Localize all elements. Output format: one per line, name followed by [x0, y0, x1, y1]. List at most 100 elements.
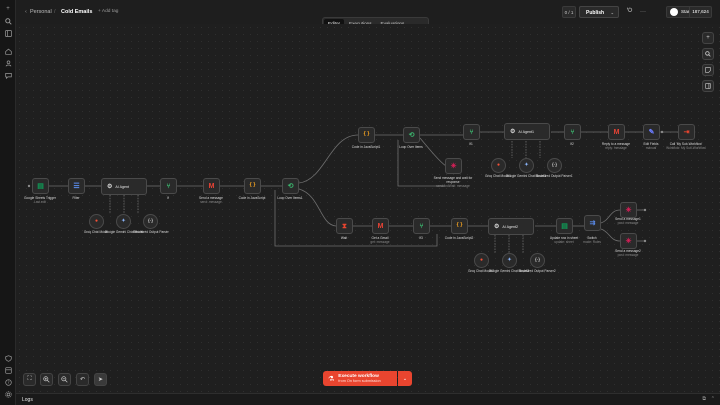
chevron-up-icon[interactable]: ⌃ — [711, 396, 715, 402]
templates-icon[interactable] — [3, 365, 13, 375]
gemini-chat-model-node[interactable]: ✦ — [502, 253, 517, 268]
help-icon[interactable]: ? — [3, 377, 13, 387]
braces-icon: {·} — [534, 257, 540, 263]
gemini-icon: ✦ — [121, 218, 126, 224]
workflow-editor: + ? ‹ Personal / Cold Emails + Add tag 0… — [0, 0, 720, 405]
hourglass-icon: ⧗ — [342, 222, 347, 230]
robot-icon: ⚙ — [107, 183, 113, 190]
slack-send-and-wait-node[interactable]: ✳ — [445, 158, 462, 174]
undo-icon[interactable]: ↶ — [76, 373, 89, 386]
code-node[interactable]: { } — [358, 127, 375, 143]
more-options-icon[interactable]: ··· — [638, 6, 648, 18]
code-node[interactable]: { } — [451, 218, 468, 234]
github-star-button[interactable]: Star 187,624 — [666, 6, 712, 18]
slack-send-node[interactable]: ✳ — [620, 233, 637, 249]
if-node[interactable]: ⑂ — [413, 218, 430, 234]
ai-agent-node[interactable]: ⚙ AI Agent — [101, 178, 147, 195]
gmail-send-node[interactable]: M — [203, 178, 220, 194]
code-icon: { } — [363, 131, 370, 138]
groq-chat-model-node[interactable]: ● — [474, 253, 489, 268]
gemini-icon: ✦ — [507, 257, 512, 263]
node-label: If2 — [570, 142, 574, 146]
execute-options-dropdown[interactable]: ⌄ — [398, 371, 412, 386]
cursor-icon[interactable]: ➤ — [94, 373, 107, 386]
github-star-count: 187,624 — [689, 7, 711, 17]
add-node-button[interactable]: + — [702, 32, 714, 44]
output-parser-node[interactable]: {·} — [143, 214, 158, 229]
node-label: Filter — [72, 196, 80, 200]
top-bar: ‹ Personal / Cold Emails + Add tag 0 / 1… — [16, 0, 720, 30]
filter-node[interactable]: ☰ — [68, 178, 85, 194]
gmail-get-node[interactable]: M — [372, 218, 389, 234]
sheets-update-node[interactable]: ▤ — [556, 218, 573, 234]
switch-node[interactable]: ⇉ — [584, 215, 601, 231]
github-icon — [670, 8, 678, 16]
execute-workflow-button[interactable]: ⚗ Execute workflow from On form submissi… — [323, 371, 397, 386]
left-sidebar: + ? — [0, 0, 16, 405]
project-breadcrumb[interactable]: Personal — [30, 9, 52, 15]
node-label: If — [167, 196, 169, 200]
edit-fields-node[interactable]: ✎ — [643, 124, 660, 140]
if-node[interactable]: ⑂ — [564, 124, 581, 140]
gemini-chat-model-node[interactable]: ✦ — [519, 158, 534, 173]
loop-node[interactable]: ⟲ — [282, 178, 299, 194]
history-icon[interactable] — [625, 6, 635, 18]
ai-agent-node[interactable]: ⚙ AI Agent1 — [504, 123, 550, 140]
workflow-canvas[interactable] — [16, 24, 720, 393]
settings-icon[interactable] — [3, 389, 13, 399]
google-sheets-trigger-node[interactable]: ▤ — [32, 178, 49, 194]
search-nodes-icon[interactable] — [702, 48, 714, 60]
zoom-out-icon[interactable] — [58, 373, 71, 386]
loop-node[interactable]: ⟲ — [403, 127, 420, 143]
robot-icon: ⚙ — [494, 223, 500, 230]
groq-chat-model-node[interactable]: ● — [491, 158, 506, 173]
popout-icon[interactable]: ⧉ — [702, 396, 706, 402]
slack-send-node[interactable]: ✳ — [620, 202, 637, 218]
gmail-icon: M — [613, 128, 620, 136]
user-icon[interactable] — [3, 58, 13, 68]
gemini-chat-model-node[interactable]: ✦ — [116, 214, 131, 229]
node-label: Send a message1 post: message — [615, 217, 641, 225]
node-label: Switch mode: Rules — [583, 236, 601, 244]
chat-icon[interactable] — [3, 70, 13, 80]
wait-node[interactable]: ⧗ — [336, 218, 353, 234]
workflow-name[interactable]: Cold Emails — [61, 9, 92, 15]
shield-icon[interactable] — [3, 353, 13, 363]
braces-icon: {·} — [551, 162, 557, 168]
code-node[interactable]: { } — [244, 178, 261, 194]
panel-toggle-icon[interactable] — [702, 80, 714, 92]
add-icon[interactable]: + — [3, 4, 13, 14]
zoom-in-icon[interactable] — [40, 373, 53, 386]
execute-workflow-node[interactable]: ⇥ — [678, 124, 695, 140]
fit-view-icon[interactable]: ⛶ — [23, 373, 36, 386]
if-node[interactable]: ⑂ — [463, 124, 480, 140]
version-counter[interactable]: 0 / 1 — [562, 6, 576, 18]
node-label: Structured Output Parser1 — [535, 174, 573, 178]
sticky-note-icon[interactable] — [702, 64, 714, 76]
output-parser-node[interactable]: {·} — [530, 253, 545, 268]
groq-icon: ● — [496, 162, 501, 168]
search-icon[interactable] — [3, 16, 13, 26]
branch-icon: ⑂ — [419, 222, 424, 230]
chevron-down-icon: ⌄ — [402, 375, 408, 382]
chevron-left-icon[interactable]: ‹ — [25, 9, 27, 15]
code-icon: { } — [456, 222, 463, 229]
slack-icon: ✳ — [625, 206, 632, 214]
publish-button[interactable]: Publish ⌄ — [579, 6, 619, 18]
node-label: Loop Over Items1 — [277, 196, 303, 200]
if-node[interactable]: ⑂ — [160, 178, 177, 194]
braces-icon: {·} — [147, 218, 153, 224]
gmail-reply-node[interactable]: M — [608, 124, 625, 140]
groq-chat-model-node[interactable]: ● — [89, 214, 104, 229]
switch-icon: ⇉ — [589, 219, 596, 227]
home-icon[interactable] — [3, 46, 13, 56]
groq-icon: ● — [479, 257, 484, 263]
ai-agent-node[interactable]: ⚙ AI Agent2 — [488, 218, 534, 235]
add-tag-button[interactable]: + Add tag — [98, 9, 118, 15]
filter-icon: ☰ — [73, 182, 80, 190]
output-parser-node[interactable]: {·} — [547, 158, 562, 173]
collapse-sidebar-icon[interactable] — [3, 28, 13, 38]
logs-panel-bar[interactable]: Logs ⧉ ⌃ — [16, 393, 720, 405]
node-label: Send message and wait for response sendAn… — [433, 176, 473, 188]
exit-icon: ⇥ — [683, 128, 690, 136]
